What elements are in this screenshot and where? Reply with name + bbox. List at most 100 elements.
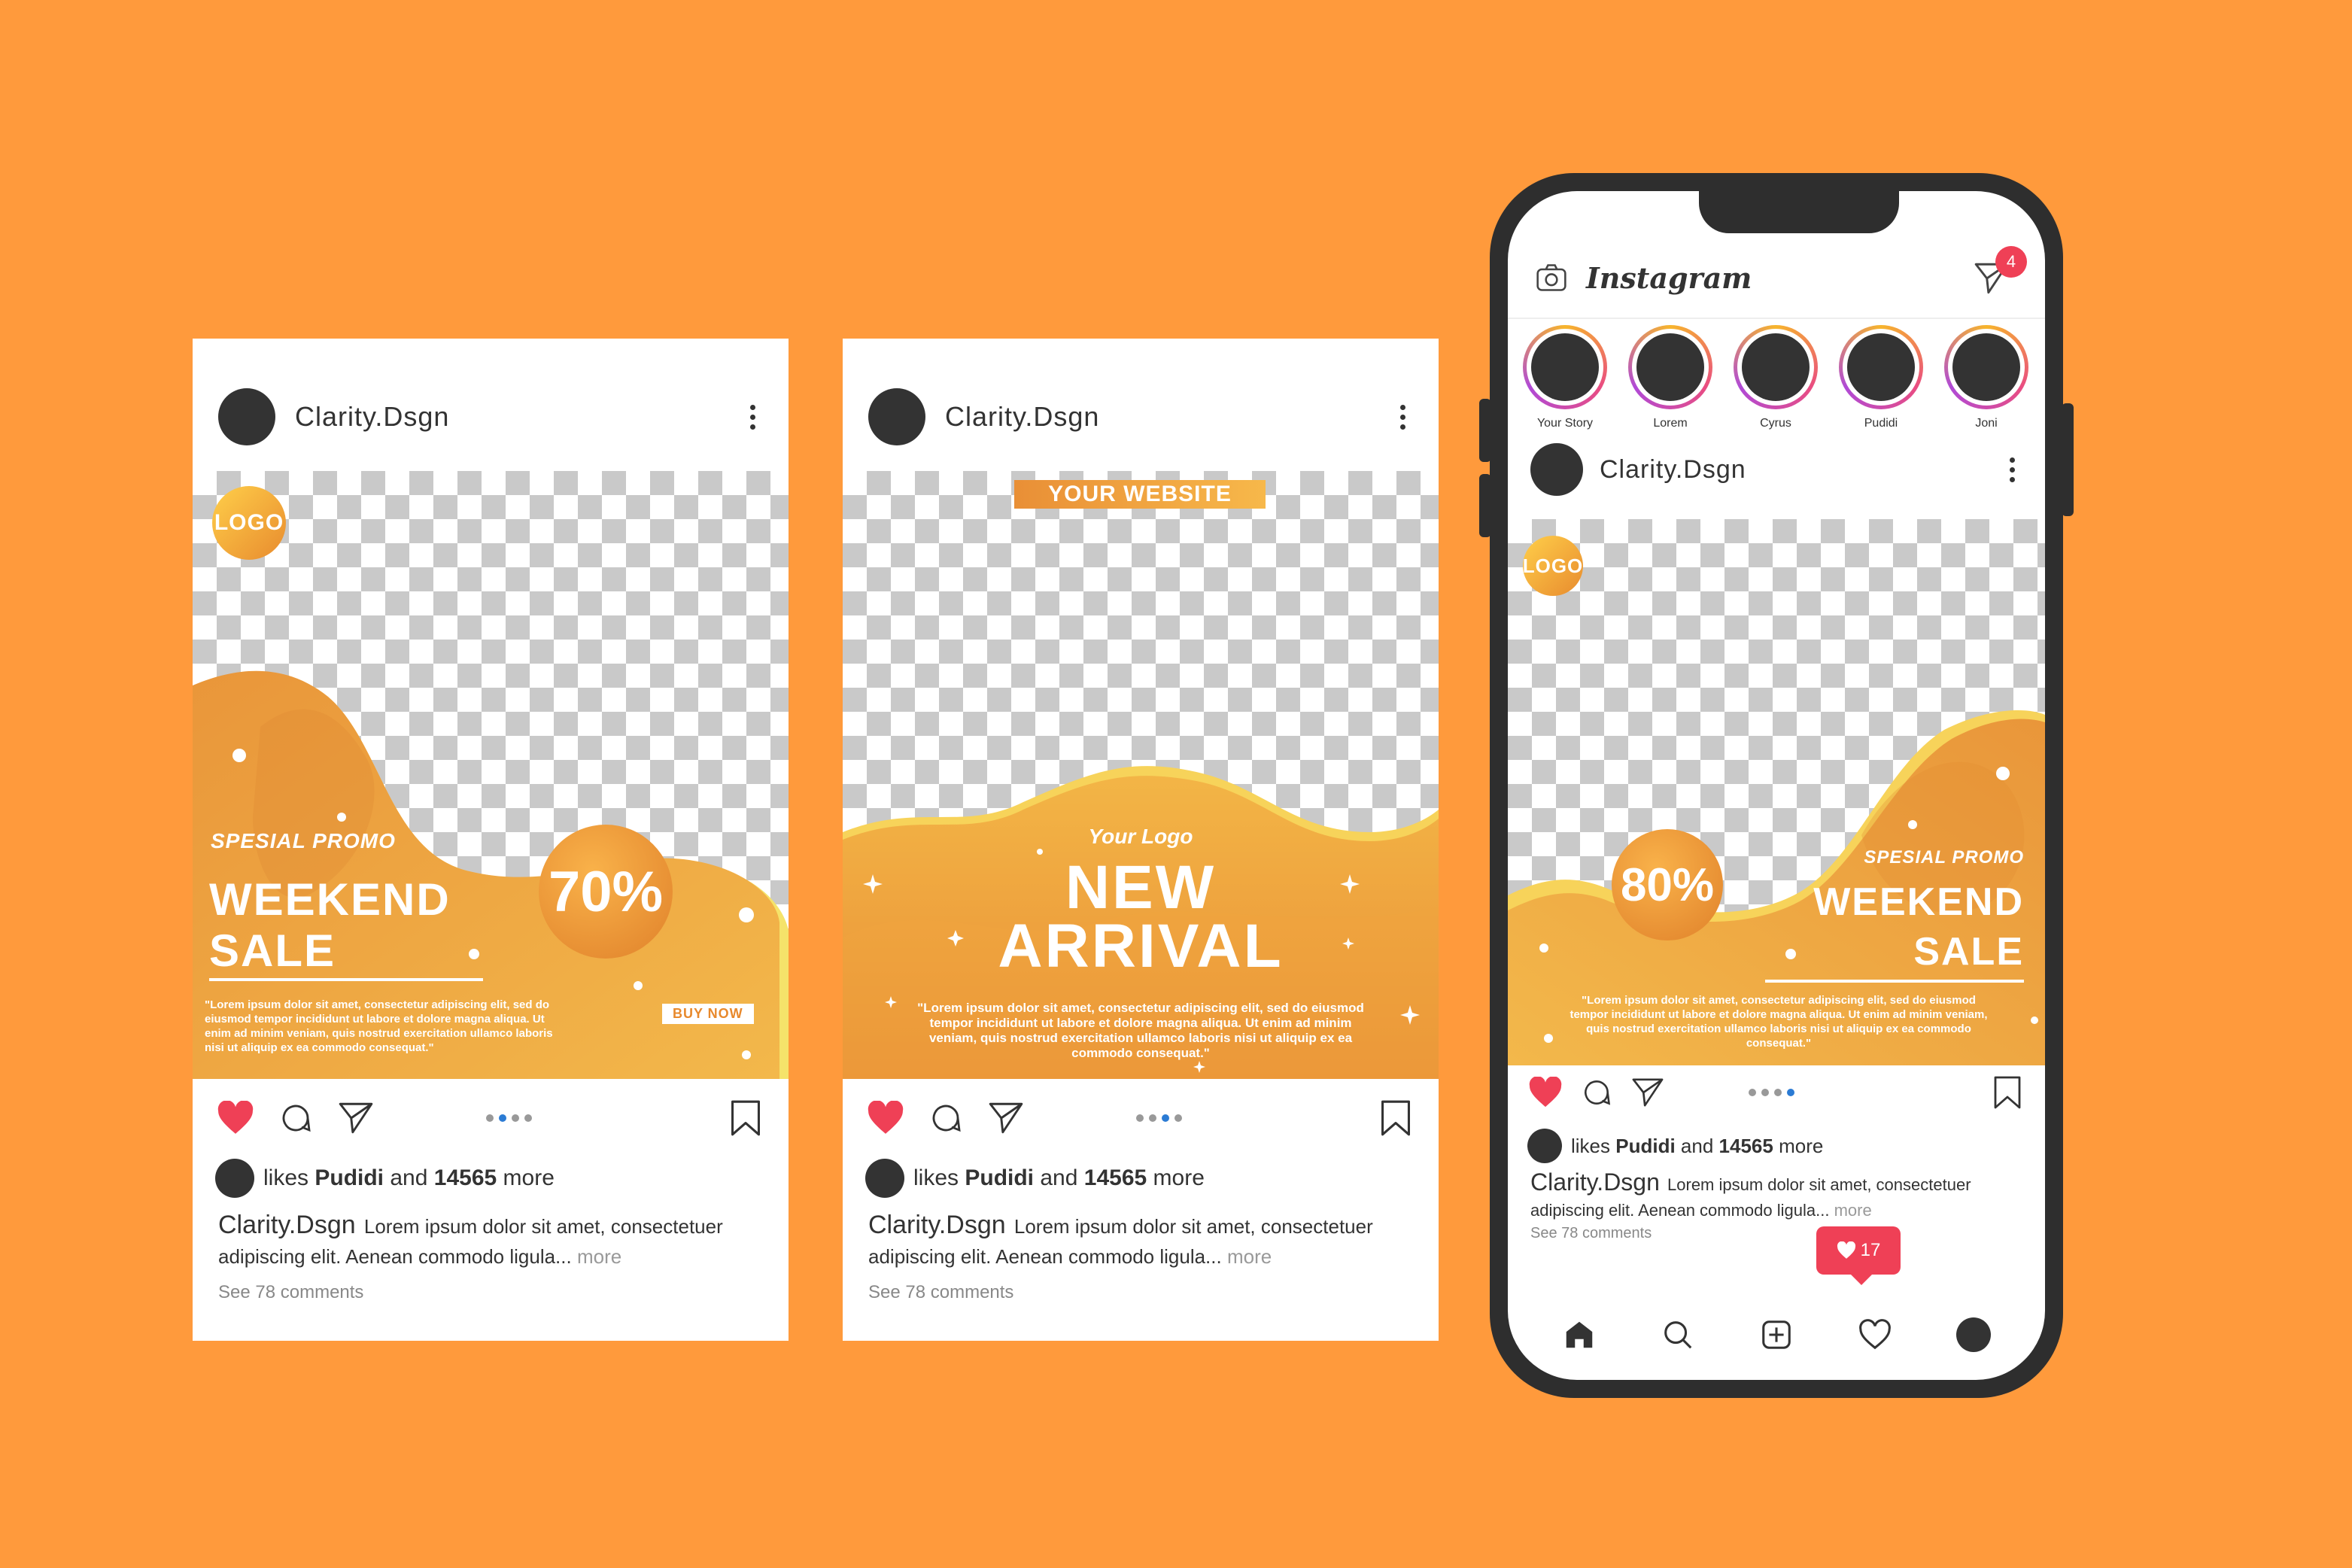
phone-mockup: Instagram 4 Your Story Lorem Cyrus Pudid… — [1479, 173, 2074, 1398]
post-caption: Clarity.Dsgn Lorem ipsum dolor sit amet,… — [1530, 1169, 2022, 1223]
avatar[interactable] — [1530, 443, 1583, 496]
story-item[interactable]: Your Story — [1523, 325, 1607, 430]
notification-count: 17 — [1860, 1240, 1881, 1260]
more-options-icon[interactable] — [2002, 453, 2022, 487]
story-item[interactable]: Joni — [1944, 325, 2028, 430]
logo-badge: LOGO — [212, 486, 286, 560]
likes-summary: likes Pudidi and 14565 more — [1527, 1129, 1823, 1163]
story-name: Your Story — [1536, 417, 1594, 430]
phone-screen: Instagram 4 Your Story Lorem Cyrus Pudid… — [1508, 191, 2045, 1380]
orange-wave-shape — [193, 670, 789, 1079]
likes-and: and — [1040, 1165, 1078, 1190]
divider — [1508, 318, 2045, 319]
direct-message-icon[interactable]: 4 — [1973, 246, 2027, 300]
share-icon[interactable] — [336, 1098, 376, 1138]
post-image: YOUR WEBSITE Your Logo NEW ARRIVAL "Lore… — [843, 471, 1439, 1079]
view-comments-link[interactable]: See 78 comments — [218, 1282, 363, 1303]
post-card-new-arrival: Clarity.Dsgn YOUR WEBSITE Your Logo NEW … — [843, 339, 1439, 1341]
post-actions — [865, 1095, 1416, 1141]
activity-notification-badge: 17 — [1816, 1226, 1901, 1285]
likes-summary: likes Pudidi and 14565 more — [865, 1159, 1205, 1198]
heart-icon[interactable] — [1527, 1074, 1563, 1111]
more-options-icon[interactable] — [743, 400, 763, 434]
camera-icon[interactable] — [1535, 261, 1568, 294]
share-icon[interactable] — [986, 1098, 1026, 1138]
post-username[interactable]: Clarity.Dsgn — [295, 401, 449, 433]
home-icon[interactable] — [1559, 1314, 1600, 1355]
comment-icon[interactable] — [275, 1098, 316, 1138]
comment-icon[interactable] — [1579, 1074, 1615, 1111]
liker-name[interactable]: Pudidi — [315, 1165, 384, 1191]
your-logo-text: Your Logo — [1088, 825, 1193, 848]
caption-more-link[interactable]: more — [1834, 1201, 1872, 1220]
story-name: Joni — [1975, 417, 1998, 430]
likes-count: 14565 — [1083, 1165, 1147, 1190]
carousel-dots — [1749, 1089, 1794, 1096]
promo-subtitle: SPESIAL PROMO — [211, 829, 396, 852]
website-banner[interactable]: YOUR WEBSITE — [1014, 480, 1266, 509]
avatar — [1636, 333, 1704, 401]
heart-icon[interactable] — [865, 1098, 906, 1138]
phone-notch — [1699, 191, 1899, 233]
post-username[interactable]: Clarity.Dsgn — [1600, 455, 1746, 485]
liker-name[interactable]: Pudidi — [1615, 1135, 1675, 1158]
view-comments-link[interactable]: See 78 comments — [868, 1282, 1013, 1303]
post-username[interactable]: Clarity.Dsgn — [945, 401, 1099, 433]
caption-username[interactable]: Clarity.Dsgn — [1530, 1168, 1660, 1196]
title-line2: ARRIVAL — [998, 912, 1284, 980]
caption-more-link[interactable]: more — [577, 1245, 621, 1268]
caption-username[interactable]: Clarity.Dsgn — [218, 1211, 356, 1239]
bookmark-icon[interactable] — [725, 1098, 766, 1138]
power-button — [2062, 403, 2074, 516]
orange-wave-shape — [1508, 710, 2045, 1065]
promo-description: "Lorem ipsum dolor sit amet, consectetur… — [1570, 994, 1988, 1050]
profile-icon[interactable] — [1953, 1314, 1994, 1355]
post-actions — [215, 1095, 766, 1141]
avatar — [1531, 333, 1599, 401]
dm-count-badge: 4 — [1995, 246, 2027, 278]
likes-suffix: more — [1779, 1134, 1824, 1157]
post-image: LOGO SPESIAL PROMO WEEKEND SALE 70% "Lor… — [193, 471, 789, 1079]
story-item[interactable]: Lorem — [1628, 325, 1712, 430]
likes-and: and — [390, 1165, 428, 1190]
share-icon[interactable] — [1630, 1074, 1666, 1111]
likes-suffix: more — [1153, 1165, 1205, 1190]
discount-badge: 70% — [539, 825, 673, 959]
bookmark-icon[interactable] — [1375, 1098, 1416, 1138]
bookmark-icon[interactable] — [1989, 1074, 2025, 1111]
add-post-icon[interactable] — [1756, 1314, 1797, 1355]
caption-more-link[interactable]: more — [1227, 1245, 1272, 1268]
heart-icon — [1837, 1241, 1855, 1259]
liker-name[interactable]: Pudidi — [965, 1165, 1034, 1191]
likes-count: 14565 — [433, 1165, 497, 1190]
liker-avatar[interactable] — [215, 1159, 254, 1198]
avatar[interactable] — [868, 388, 925, 445]
promo-subtitle: SPESIAL PROMO — [1864, 847, 2024, 868]
promo-title-line1: WEEKEND — [1813, 880, 2024, 924]
story-item[interactable]: Pudidi — [1839, 325, 1923, 430]
promo-title-line1: WEEKEND — [209, 874, 451, 925]
buy-now-button[interactable]: BUY NOW — [662, 1004, 754, 1024]
search-icon[interactable] — [1658, 1314, 1698, 1355]
orange-wave-shape — [843, 766, 1439, 1079]
comment-icon[interactable] — [925, 1098, 966, 1138]
bottom-tab-bar — [1508, 1297, 2045, 1380]
post-actions — [1527, 1070, 2025, 1115]
more-options-icon[interactable] — [1393, 400, 1413, 434]
heart-icon[interactable] — [215, 1098, 256, 1138]
post-caption: Clarity.Dsgn Lorem ipsum dolor sit amet,… — [868, 1210, 1408, 1272]
instagram-top-bar: Instagram 4 — [1535, 246, 2027, 304]
volume-button — [1479, 399, 1491, 462]
avatar — [1952, 333, 2020, 401]
post-header: Clarity.Dsgn — [1530, 439, 2022, 500]
story-item[interactable]: Cyrus — [1734, 325, 1818, 430]
stories-row: Your Story Lorem Cyrus Pudidi Joni — [1523, 325, 2045, 430]
avatar[interactable] — [218, 388, 275, 445]
likes-summary: likes Pudidi and 14565 more — [215, 1159, 555, 1198]
caption-username[interactable]: Clarity.Dsgn — [868, 1211, 1006, 1239]
activity-heart-icon[interactable] — [1855, 1314, 1895, 1355]
liker-avatar[interactable] — [1527, 1129, 1562, 1163]
liker-avatar[interactable] — [865, 1159, 904, 1198]
avatar — [1742, 333, 1810, 401]
view-comments-link[interactable]: See 78 comments — [1530, 1225, 1652, 1242]
